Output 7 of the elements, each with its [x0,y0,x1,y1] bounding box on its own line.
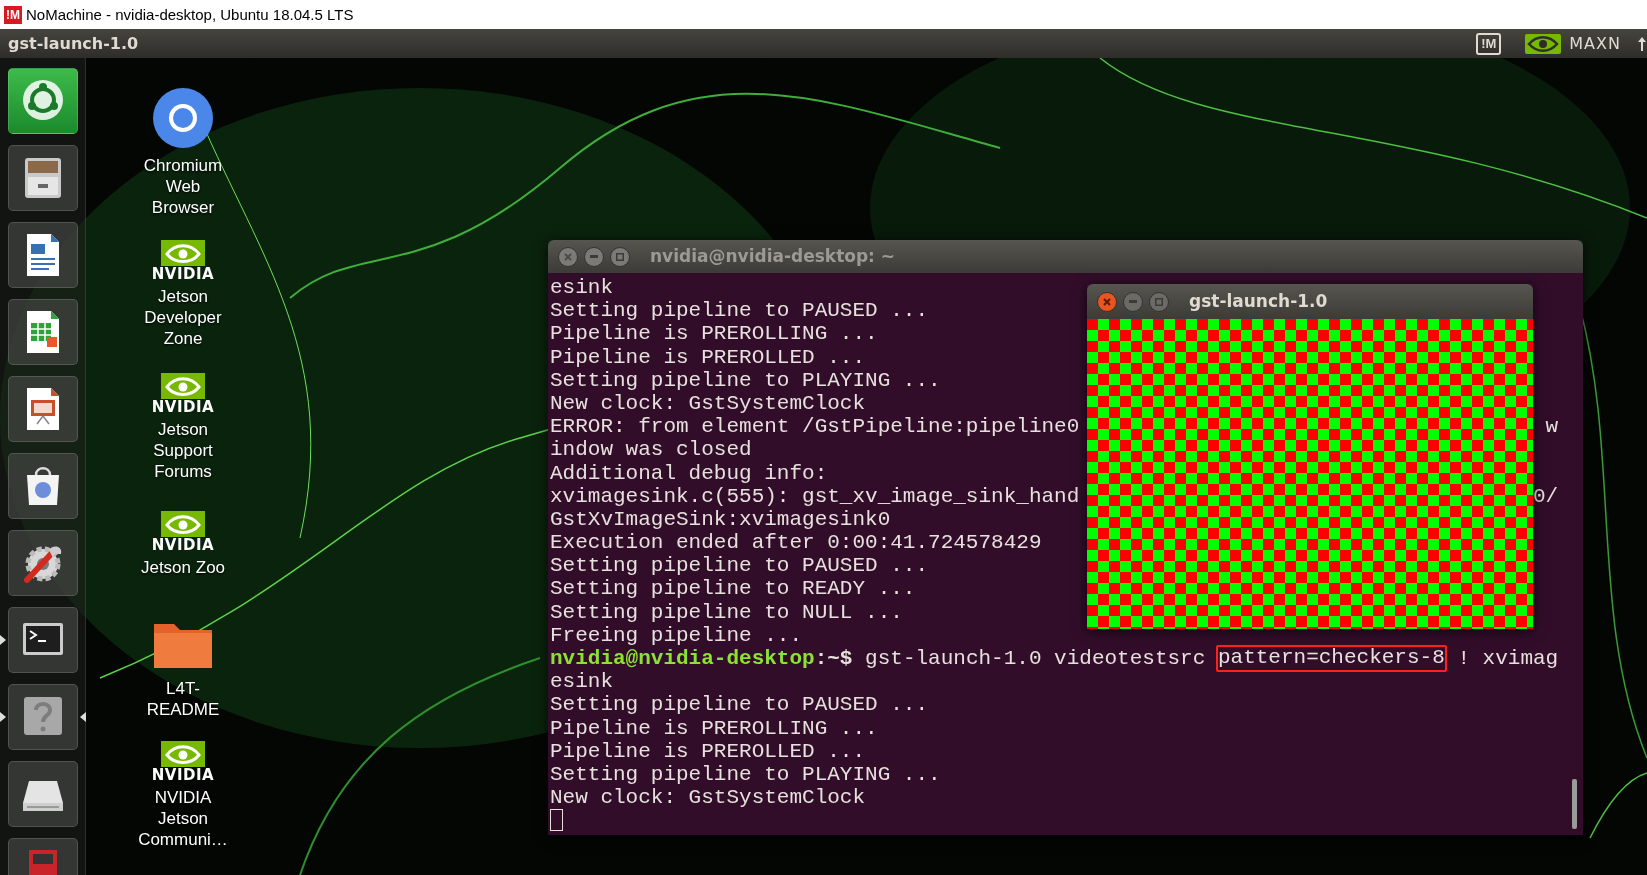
panel-title: gst-launch-1.0 [8,32,139,55]
up-arrow-icon[interactable] [1637,35,1647,52]
tray-logo[interactable]: !M [1476,32,1502,55]
app-logo: !M [4,5,22,24]
power-mode-label[interactable]: MAXN [1569,31,1621,56]
eye-logo-icon[interactable] [1525,33,1562,54]
window-title: NoMachine - nvidia-desktop, Ubuntu 18.04.5 LTS [26,6,354,23]
